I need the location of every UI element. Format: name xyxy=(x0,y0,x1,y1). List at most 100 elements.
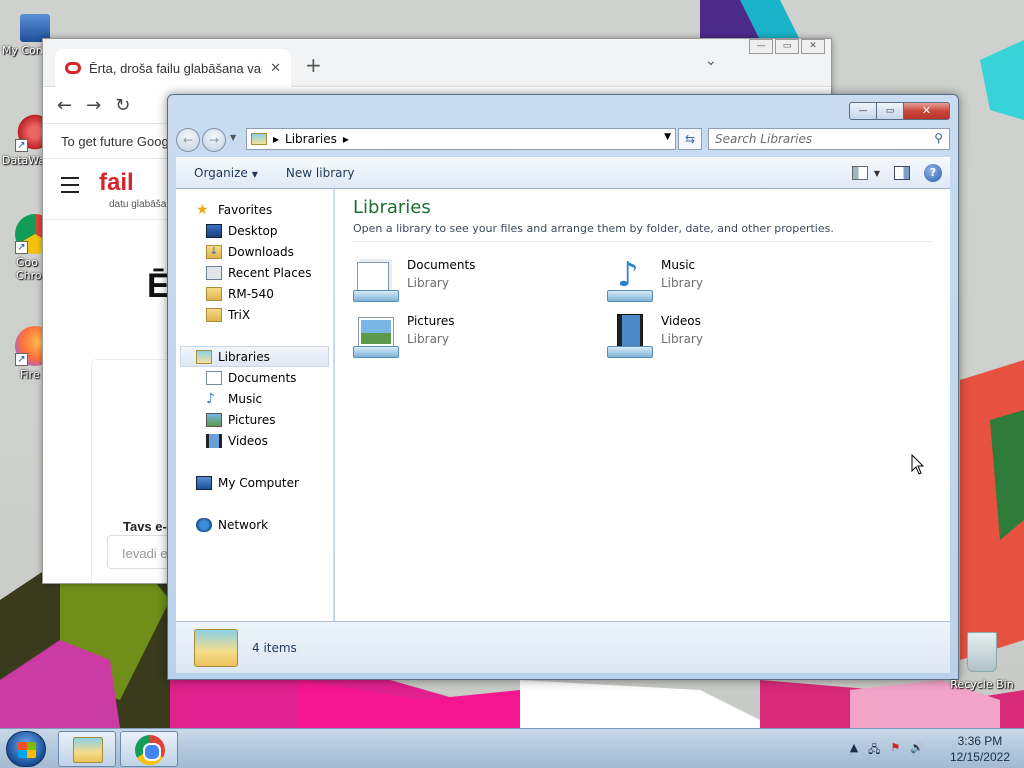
content-pane: Libraries Open a library to see your fil… xyxy=(335,189,950,621)
library-type: Library xyxy=(661,332,703,346)
preview-pane-icon[interactable] xyxy=(894,166,910,180)
music-library-icon: ♪ xyxy=(607,258,655,306)
taskbar-chrome-button[interactable] xyxy=(120,731,178,767)
action-center-flag-icon[interactable]: ⚑ xyxy=(890,741,900,760)
library-item-pictures[interactable]: Pictures Library xyxy=(353,314,455,362)
libraries-folder-icon xyxy=(196,349,212,364)
chrome-icon xyxy=(135,735,165,765)
network-status-icon[interactable]: 🖧 xyxy=(868,741,880,760)
nav-desktop[interactable]: Desktop xyxy=(176,220,333,241)
recycle-bin-icon xyxy=(967,632,997,672)
library-type: Library xyxy=(407,332,449,346)
new-library-button[interactable]: New library xyxy=(286,166,355,180)
new-tab-button[interactable]: + xyxy=(305,53,322,77)
folder-icon xyxy=(206,286,222,301)
nav-label: Recent Places xyxy=(228,265,312,280)
library-item-documents[interactable]: Documents Library xyxy=(353,258,475,306)
libraries-folder-icon xyxy=(194,628,238,667)
address-bar[interactable]: ▸ Libraries ▸ ▼ xyxy=(246,128,676,150)
desktop-icon xyxy=(206,223,222,238)
organize-button[interactable]: Organize ▼ xyxy=(194,166,258,180)
library-name: Documents xyxy=(407,258,476,272)
nav-downloads[interactable]: ↓ Downloads xyxy=(176,241,333,262)
nav-label: TriX xyxy=(228,307,251,322)
show-hidden-icons-icon[interactable]: ▲ xyxy=(850,741,858,760)
page-title: Libraries xyxy=(353,197,431,218)
site-logo[interactable]: fail xyxy=(99,169,134,197)
desktop-icon-label: Recycle Bin xyxy=(950,678,1014,691)
nav-label: Music xyxy=(228,391,263,406)
minimize-button[interactable]: — xyxy=(849,102,877,120)
site-logo-subtitle: datu glabāša xyxy=(109,199,167,210)
view-options-chevron-icon[interactable]: ▼ xyxy=(874,169,880,178)
nav-label: My Computer xyxy=(218,475,299,490)
nav-trix[interactable]: TriX xyxy=(176,304,333,325)
taskbar-explorer-button[interactable] xyxy=(58,731,116,767)
tab-search-chevron-icon[interactable]: ⌄ xyxy=(705,53,717,69)
maximize-button[interactable]: ▭ xyxy=(877,102,904,120)
forward-arrow-icon[interactable]: → xyxy=(86,95,101,116)
clock[interactable]: 3:36 PM 12/15/2022 xyxy=(950,733,1010,765)
nav-label: Downloads xyxy=(228,244,294,259)
breadcrumb-libraries[interactable]: Libraries xyxy=(285,132,337,146)
minimize-button[interactable]: — xyxy=(749,39,773,54)
nav-label: Desktop xyxy=(228,223,278,238)
close-button[interactable]: ✕ xyxy=(904,102,950,120)
nav-documents[interactable]: Documents xyxy=(176,367,333,388)
close-button[interactable]: ✕ xyxy=(801,39,825,54)
address-root-arrow-icon[interactable]: ▸ xyxy=(273,132,279,146)
nav-label: Documents xyxy=(228,370,297,385)
shortcut-arrow-icon: ↗ xyxy=(15,241,28,254)
nav-rm-540[interactable]: RM-540 xyxy=(176,283,333,304)
videos-library-icon xyxy=(607,314,655,362)
maximize-button[interactable]: ▭ xyxy=(775,39,799,54)
windows-logo-icon xyxy=(18,742,36,758)
recent-pages-chevron-icon[interactable]: ▼ xyxy=(230,133,236,142)
nav-favorites[interactable]: ★ Favorites xyxy=(176,199,333,220)
chrome-window-controls: — ▭ ✕ xyxy=(749,39,825,54)
nav-label: RM-540 xyxy=(228,286,274,301)
music-note-icon: ♪ xyxy=(206,390,215,407)
nav-my-computer[interactable]: My Computer xyxy=(176,472,333,493)
desktop-icon-recycle-bin[interactable]: Recycle Bin xyxy=(944,632,1020,691)
nav-pictures[interactable]: Pictures xyxy=(176,409,333,430)
volume-icon[interactable]: 🔊 xyxy=(910,741,924,760)
start-button[interactable] xyxy=(6,731,46,767)
change-view-icon[interactable] xyxy=(851,166,868,180)
nav-label: Network xyxy=(218,517,269,532)
hamburger-menu-icon[interactable] xyxy=(61,177,79,198)
tab-title: Ērta, droša failu glabāšana vai ap xyxy=(89,60,262,76)
search-icon[interactable]: ⚲ xyxy=(934,131,943,145)
recent-places-icon xyxy=(206,265,222,280)
breadcrumb-arrow-icon[interactable]: ▸ xyxy=(343,132,349,146)
explorer-window-controls: — ▭ ✕ xyxy=(849,102,950,120)
nav-videos[interactable]: Videos xyxy=(176,430,333,451)
nav-music[interactable]: ♪ Music xyxy=(176,388,333,409)
library-list: Documents Library ♪ Music Library Pictur… xyxy=(353,250,932,370)
refresh-button[interactable]: ⇆ xyxy=(678,128,702,150)
command-bar-right: ▼ ? xyxy=(851,164,942,182)
nav-libraries[interactable]: Libraries xyxy=(180,346,329,367)
library-name: Videos xyxy=(661,314,701,328)
back-arrow-icon[interactable]: ← xyxy=(57,95,72,116)
back-button[interactable]: ← xyxy=(176,128,200,152)
library-item-music[interactable]: ♪ Music Library xyxy=(607,258,703,306)
nav-recent-places[interactable]: Recent Places xyxy=(176,262,333,283)
film-strip-icon xyxy=(206,433,222,448)
search-input[interactable]: Search Libraries ⚲ xyxy=(708,128,950,150)
forward-button[interactable]: → xyxy=(202,128,226,152)
library-type: Library xyxy=(407,276,449,290)
documents-library-icon xyxy=(353,258,401,306)
reload-icon[interactable]: ↻ xyxy=(115,95,130,116)
organize-label: Organize xyxy=(194,166,248,180)
nav-network[interactable]: Network xyxy=(176,514,333,535)
page-description: Open a library to see your files and arr… xyxy=(353,222,932,242)
chrome-tab[interactable]: Ērta, droša failu glabāšana vai ap ✕ xyxy=(55,49,291,87)
address-dropdown-icon[interactable]: ▼ xyxy=(664,132,671,142)
close-tab-icon[interactable]: ✕ xyxy=(270,61,281,76)
help-icon[interactable]: ? xyxy=(924,164,942,182)
nav-label: Videos xyxy=(228,433,268,448)
library-item-videos[interactable]: Videos Library xyxy=(607,314,703,362)
folder-icon xyxy=(206,307,222,322)
clock-time: 3:36 PM xyxy=(957,734,1003,748)
